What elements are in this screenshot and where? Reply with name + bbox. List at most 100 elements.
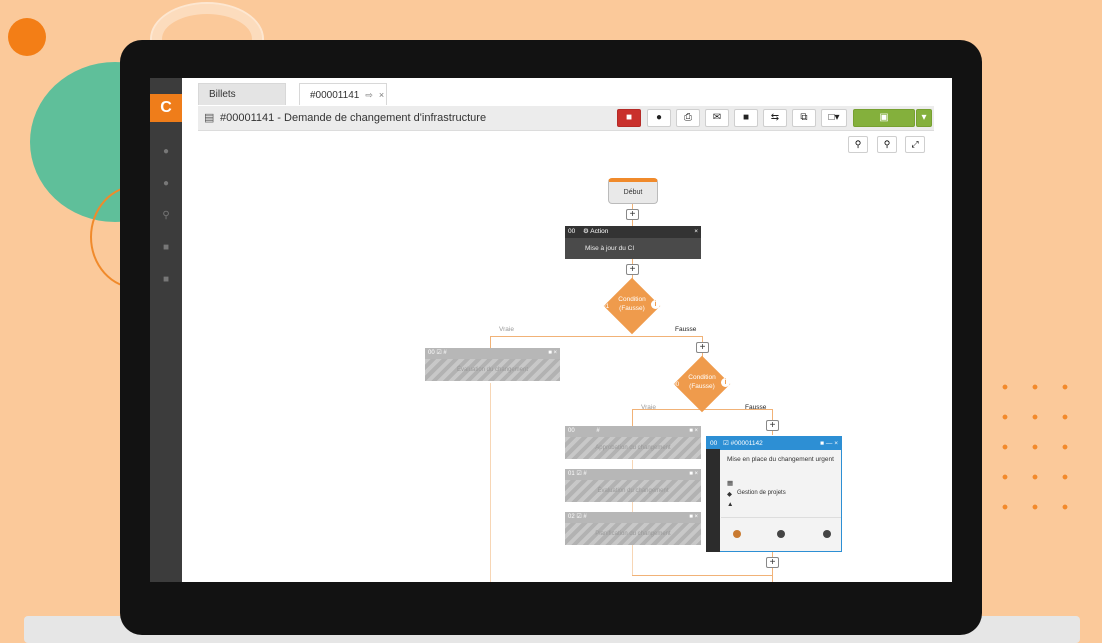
app-sidebar: C ● ● ⚲ ■ ■ (150, 78, 182, 582)
decorative-dot-grid (990, 372, 1090, 532)
ticket-ref: # (596, 428, 600, 434)
mail-icon: ✉ (712, 112, 722, 123)
fullscreen-button[interactable]: ⤢ (905, 136, 925, 153)
add-step-button[interactable]: + (696, 342, 709, 353)
close-icon[interactable]: ■ × (689, 469, 698, 480)
note-icon: ■ (742, 112, 750, 123)
tag-icon: ◆ (727, 491, 732, 498)
save-dropdown-button[interactable]: ▾ (916, 109, 932, 127)
copy-button[interactable]: ⧉ (792, 109, 816, 127)
app-screen: C ● ● ⚲ ■ ■ Billets #00001141 ⇨ × ▤ #00001… (150, 78, 952, 582)
linked-ticket-card[interactable]: 00 ☑ #00001142 ■ — × Mise en place du ch… (706, 436, 842, 552)
checkbox-icon: ☑ (576, 471, 582, 477)
info-icon[interactable]: i (721, 378, 730, 387)
ticket-ref: # (583, 471, 587, 477)
step-number: 00 (672, 381, 680, 388)
task-body: Évaluation du changement (425, 359, 560, 381)
zoom-in-icon: ⚲ (883, 139, 891, 149)
add-step-button[interactable]: + (626, 264, 639, 275)
connector (490, 383, 491, 582)
action-header: 00 ⚙ Action × (565, 226, 701, 238)
task-header: 00 ☑ # ■ × (425, 348, 560, 359)
database-icon[interactable]: ■ (150, 272, 182, 288)
ticket-titlebar: ▤ #00001141 - Demande de changement d'in… (198, 106, 934, 131)
disabled-task-card[interactable]: 01 ☑ # ■ × Évaluation du changement (565, 469, 701, 502)
close-icon[interactable]: ■ × (548, 348, 557, 359)
add-step-button[interactable]: + (766, 557, 779, 568)
add-step-button[interactable]: + (626, 209, 639, 220)
workflow-action-node[interactable]: 00 ⚙ Action × Mise à jour du CI (565, 226, 701, 259)
progress-step-dot (823, 530, 831, 538)
zoom-out-button[interactable]: ⚲ (848, 136, 868, 153)
action-title: Action (590, 228, 609, 235)
tab-billets[interactable]: Billets (198, 83, 286, 105)
fullscreen-icon: ⤢ (911, 139, 919, 149)
task-header: 00 # ■ × (565, 426, 701, 437)
ticket-card-title: Mise en place du changement urgent (727, 456, 834, 463)
home-icon[interactable]: ● (150, 144, 182, 160)
connector (490, 336, 703, 337)
task-body: Évaluation du changement (565, 480, 701, 502)
start-label: Début (623, 189, 643, 196)
task-body: Approbation du changement (565, 437, 701, 459)
step-number: 02 (568, 514, 575, 520)
tab-label: #00001141 (310, 90, 360, 101)
delete-button[interactable]: ■ (617, 109, 641, 127)
step-number: 00 (568, 228, 576, 235)
close-icon[interactable]: ■ × (689, 512, 698, 523)
delete-icon: ■ (625, 112, 633, 123)
app-logo-icon[interactable]: C (150, 94, 182, 122)
save-icon: ▣ (879, 112, 889, 123)
ticket-card-strip (706, 449, 720, 552)
calendar-icon: ▦ (727, 480, 734, 487)
transfer-button[interactable]: ⇆ (763, 109, 787, 127)
ticket-id[interactable]: #00001142 (731, 440, 763, 447)
checkbox-icon: ☑ (436, 350, 442, 356)
comment-icon: ● (655, 112, 663, 123)
ticket-ref: # (583, 514, 587, 520)
pin-icon[interactable]: ⇨ (365, 90, 373, 100)
window-controls-icon[interactable]: ■ — × (820, 437, 838, 450)
search-icon[interactable]: ⚲ (150, 208, 182, 224)
branch-false-label: Fausse (675, 326, 697, 333)
gear-icon: ⚙ (583, 228, 589, 235)
transfer-icon: ⇆ (770, 112, 780, 123)
print-button[interactable]: ⎙ (676, 109, 700, 127)
print-icon: ⎙ (684, 112, 692, 123)
document-menu-button[interactable]: □▾ (821, 109, 847, 127)
divider (721, 517, 841, 518)
dropdown-icon: ▾ (921, 112, 927, 123)
close-icon[interactable]: ■ × (689, 426, 698, 437)
disabled-task-card[interactable]: 00 ☑ # ■ × Évaluation du changement (425, 348, 560, 381)
zoom-out-icon: ⚲ (854, 139, 862, 149)
disabled-task-card[interactable]: 00 # ■ × Approbation du changement (565, 426, 701, 459)
note-button[interactable]: ■ (734, 109, 758, 127)
close-icon[interactable]: × (379, 90, 384, 100)
close-icon[interactable]: × (694, 226, 698, 238)
save-button[interactable]: ▣ (853, 109, 915, 127)
branch-false-label: Fausse (745, 404, 767, 411)
task-header: 01 ☑ # ■ × (565, 469, 701, 480)
step-number: 01 (602, 303, 610, 310)
zoom-in-button[interactable]: ⚲ (877, 136, 897, 153)
task-header: 02 ☑ # ■ × (565, 512, 701, 523)
branch-true-label: Vraie (641, 404, 656, 411)
mail-button[interactable]: ✉ (705, 109, 729, 127)
tab-bar: Billets #00001141 ⇨ × (198, 83, 938, 105)
connector (632, 409, 633, 427)
info-icon[interactable]: i (651, 300, 660, 309)
action-body: Mise à jour du CI (565, 238, 701, 259)
add-step-button[interactable]: + (766, 420, 779, 431)
workflow-start-node[interactable]: Début (608, 178, 658, 204)
disabled-task-card[interactable]: 02 ☑ # ■ × Planification du changement (565, 512, 701, 545)
users-icon[interactable]: ■ (150, 240, 182, 256)
user-icon: ▲ (727, 501, 734, 508)
palette-icon[interactable]: ● (150, 176, 182, 192)
step-number: 00 (568, 428, 575, 434)
step-number: 00 (428, 350, 435, 356)
comment-button[interactable]: ● (647, 109, 671, 127)
task-body: Planification du changement (565, 523, 701, 545)
connector (632, 575, 772, 576)
page-title: #00001141 - Demande de changement d'infr… (220, 112, 487, 124)
tab-ticket[interactable]: #00001141 ⇨ × (299, 83, 387, 105)
